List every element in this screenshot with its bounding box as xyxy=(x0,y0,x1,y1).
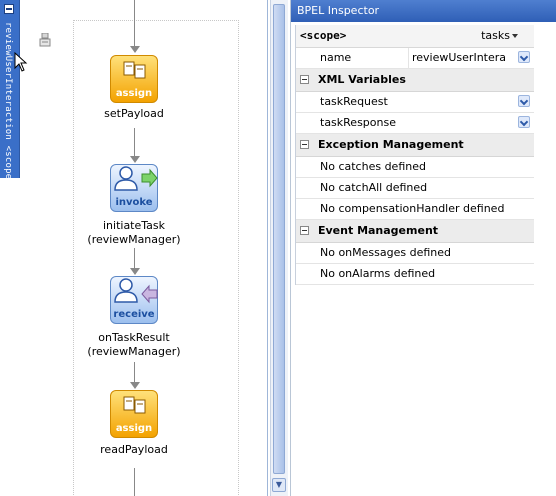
bpel-inspector-panel: BPEL Inspector <scope> tasks name review… xyxy=(291,0,556,496)
variable-name: taskResponse xyxy=(320,116,396,129)
event-row[interactable]: No onAlarms defined xyxy=(296,264,534,285)
receive-activity-ontaskresult[interactable]: receive xyxy=(110,276,158,324)
document-copy-icon xyxy=(123,61,146,79)
activity-name-initiatetask: initiateTask (reviewManager) xyxy=(66,219,202,247)
activity-partner: (reviewManager) xyxy=(87,233,181,246)
activity-type-label: receive xyxy=(113,309,155,320)
column-divider xyxy=(408,48,409,68)
event-text: No onAlarms defined xyxy=(320,267,436,280)
tasks-menu[interactable]: tasks xyxy=(481,29,510,42)
chevron-down-icon[interactable] xyxy=(518,95,530,107)
activity-name: initiateTask xyxy=(102,219,165,232)
flow-arrowhead xyxy=(130,268,140,275)
activity-type-label: assign xyxy=(115,88,153,99)
flow-arrowhead xyxy=(130,382,140,389)
collapse-section-icon[interactable] xyxy=(300,140,309,149)
flow-connector xyxy=(134,128,135,158)
scroll-down-arrow-icon[interactable]: ▼ xyxy=(272,478,286,492)
bpel-diagram-canvas[interactable]: reviewUserInteraction <scope> assign set… xyxy=(0,0,291,496)
correlation-icon[interactable] xyxy=(39,33,51,47)
activity-name-ontaskresult: onTaskResult (reviewManager) xyxy=(66,331,202,359)
user-arrow-in-icon xyxy=(114,278,158,304)
flow-arrowhead xyxy=(130,46,140,53)
invoke-activity-initiatetask[interactable]: invoke xyxy=(110,164,158,212)
activity-partner: (reviewManager) xyxy=(87,345,181,358)
section-label: Exception Management xyxy=(318,138,464,151)
exception-row[interactable]: No compensationHandler defined xyxy=(296,199,534,220)
property-row-name[interactable]: name reviewUserIntera xyxy=(296,48,534,69)
user-arrow-out-icon xyxy=(114,166,158,191)
collapse-section-icon[interactable] xyxy=(300,75,309,84)
collapse-section-icon[interactable] xyxy=(300,226,309,235)
exception-text: No catchAll defined xyxy=(320,181,428,194)
exception-text: No catches defined xyxy=(320,160,426,173)
exception-row[interactable]: No catches defined xyxy=(296,157,534,178)
chevron-down-icon[interactable] xyxy=(518,116,530,128)
activity-name: setPayload xyxy=(104,107,164,120)
section-label: XML Variables xyxy=(318,73,406,86)
flow-connector xyxy=(134,362,135,384)
collapse-scope-icon[interactable] xyxy=(4,4,14,14)
activity-type-label: invoke xyxy=(115,197,153,208)
inspector-title: BPEL Inspector xyxy=(297,4,380,17)
mouse-pointer-icon xyxy=(14,52,28,72)
section-label: Event Management xyxy=(318,224,439,237)
event-text: No onMessages defined xyxy=(320,246,451,259)
scope-tab-label: reviewUserInteraction <scope> xyxy=(3,22,13,185)
exception-text: No compensationHandler defined xyxy=(320,202,505,215)
variable-row[interactable]: taskResponse xyxy=(296,113,534,134)
activity-name-readpayload: readPayload xyxy=(66,443,202,457)
scope-tab[interactable]: reviewUserInteraction <scope> xyxy=(0,0,20,185)
activity-name: onTaskResult xyxy=(98,331,170,344)
section-exception-management[interactable]: Exception Management xyxy=(296,134,534,157)
activity-name: readPayload xyxy=(100,443,168,456)
property-name: name xyxy=(320,51,352,64)
document-copy-icon xyxy=(123,396,146,414)
section-event-management[interactable]: Event Management xyxy=(296,220,534,243)
variable-name: taskRequest xyxy=(320,95,388,108)
section-xml-variables[interactable]: XML Variables xyxy=(296,69,534,92)
variable-row[interactable]: taskRequest xyxy=(296,92,534,113)
property-value-field[interactable]: reviewUserIntera xyxy=(412,51,516,64)
assign-activity-readpayload[interactable]: assign xyxy=(110,390,158,438)
flow-connector xyxy=(134,0,135,48)
flow-connector xyxy=(134,248,135,270)
inspector-titlebar[interactable]: BPEL Inspector xyxy=(291,0,556,22)
flow-arrowhead xyxy=(130,156,140,163)
inspector-property-sheet: <scope> tasks name reviewUserIntera XML … xyxy=(295,25,534,285)
chevron-down-icon[interactable] xyxy=(518,51,530,63)
scope-header-row: <scope> tasks xyxy=(296,25,534,48)
scope-header: <scope> xyxy=(300,29,347,42)
activity-type-label: assign xyxy=(115,423,153,434)
flow-connector xyxy=(134,468,135,496)
diagram-vertical-scrollbar[interactable]: ▼ xyxy=(270,0,288,496)
tasks-dropdown-icon[interactable] xyxy=(512,34,518,38)
scrollbar-thumb[interactable] xyxy=(273,4,285,474)
exception-row[interactable]: No catchAll defined xyxy=(296,178,534,199)
activity-name-setpayload: setPayload xyxy=(66,107,202,121)
event-row[interactable]: No onMessages defined xyxy=(296,243,534,264)
assign-activity-setpayload[interactable]: assign xyxy=(110,55,158,103)
